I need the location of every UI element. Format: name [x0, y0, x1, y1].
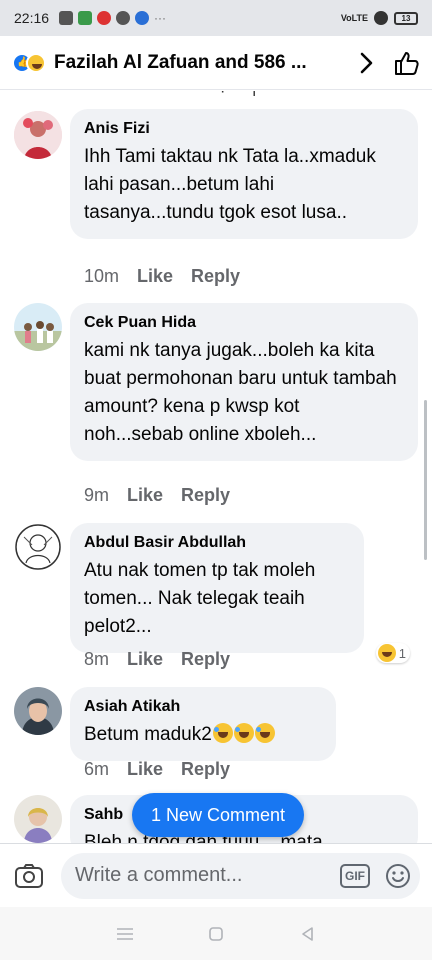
status-time: 22:16: [14, 10, 50, 26]
reply-button[interactable]: Reply: [181, 759, 230, 780]
new-comment-button[interactable]: 1 New Comment: [132, 793, 304, 837]
status-bar: 22:16 ··· VoLTE 13: [0, 0, 432, 36]
system-navigation-bar: [0, 907, 432, 960]
comment-time: 9m: [84, 485, 110, 505]
comment-text: Atu nak tomen tp tak moleh tomen... Nak …: [84, 560, 316, 637]
camera-icon[interactable]: [12, 856, 45, 896]
alarm-icon: [374, 11, 388, 25]
comment-reaction-badge[interactable]: 1: [375, 643, 410, 663]
comment-bubble[interactable]: Asiah Atikah Betum maduk2: [70, 687, 336, 761]
comment-bubble[interactable]: Anis Fizi Ihh Tami taktau nk Tata la..xm…: [70, 109, 418, 239]
reaction-count: 1: [398, 645, 406, 661]
comment-actions: 9m Like Reply: [84, 485, 230, 506]
comment-composer: GIF: [0, 843, 432, 907]
comment-time: 6m: [84, 759, 110, 779]
rolling-laughing-emoji-icon: [212, 723, 233, 743]
signal-icon: [59, 11, 74, 25]
post-reactions-header: Fazilah Al Zafuan and 586 ...: [0, 36, 432, 90]
comment-actions: 6m Like Reply: [84, 759, 230, 780]
comment-text: kami nk tanya jugak...boleh ka kita buat…: [84, 340, 397, 445]
comment-actions: 8m Like Reply: [84, 649, 230, 670]
comment-text-content: Betum maduk2: [84, 724, 212, 745]
comment-text: Ihh Tami taktau nk Tata la..xmaduk lahi …: [84, 146, 376, 223]
comments-list[interactable]: · ı Anis Fizi Ihh Tami taktau nk Tata la…: [0, 91, 432, 843]
app-icon: [116, 11, 131, 25]
comment-time: 8m: [84, 649, 110, 669]
volte-indicator: VoLTE: [340, 13, 368, 23]
avatar[interactable]: [14, 523, 62, 571]
comment-bubble[interactable]: Abdul Basir Abdullah Atu nak tomen tp ta…: [70, 523, 364, 653]
comment-author[interactable]: Anis Fizi: [84, 119, 404, 139]
like-button[interactable]: Like: [127, 485, 163, 506]
reactors-summary[interactable]: Fazilah Al Zafuan and 586 ...: [54, 52, 352, 74]
comment-time: 10m: [84, 266, 120, 286]
emoji-icon[interactable]: [384, 862, 412, 890]
rolling-laughing-emoji-icon: [254, 723, 275, 743]
comment-actions: 10m Like Reply: [84, 266, 240, 287]
reply-button[interactable]: Reply: [181, 649, 230, 670]
gif-button[interactable]: GIF: [340, 863, 370, 888]
home-icon[interactable]: [201, 919, 231, 949]
gmail-icon: [97, 11, 112, 25]
comment-input[interactable]: [75, 864, 340, 887]
more-notifications-icon: ···: [154, 11, 167, 25]
previous-comment-cutoff: · ı: [220, 91, 257, 100]
comment-author[interactable]: Abdul Basir Abdullah: [84, 533, 350, 553]
like-button[interactable]: Like: [127, 649, 163, 670]
haha-reaction-icon: [26, 52, 46, 73]
comment-author[interactable]: Cek Puan Hida: [84, 313, 404, 333]
like-button[interactable]: Like: [127, 759, 163, 780]
scroll-indicator[interactable]: [424, 400, 427, 560]
comment-bubble[interactable]: Cek Puan Hida kami nk tanya jugak...bole…: [70, 303, 418, 461]
reply-button[interactable]: Reply: [181, 485, 230, 506]
comment-input-wrapper: GIF: [61, 852, 420, 899]
battery-icon: 13: [394, 11, 418, 25]
back-icon[interactable]: [292, 919, 322, 949]
messenger-icon: [135, 11, 150, 25]
chevron-right-icon[interactable]: [352, 48, 382, 78]
reply-button[interactable]: Reply: [191, 266, 240, 287]
avatar[interactable]: [14, 303, 62, 351]
avatar[interactable]: [14, 795, 62, 843]
battery-level: 13: [401, 13, 411, 23]
avatar[interactable]: [14, 687, 62, 735]
avatar[interactable]: [14, 111, 62, 159]
haha-reaction-icon: [377, 644, 396, 662]
thumbs-up-icon[interactable]: [390, 47, 422, 79]
reaction-icons[interactable]: [10, 51, 54, 75]
like-button[interactable]: Like: [137, 266, 173, 287]
rolling-laughing-emoji-icon: [233, 723, 254, 743]
menu-icon[interactable]: [110, 919, 140, 949]
status-right: VoLTE 13: [341, 11, 418, 25]
comment-text: Betum maduk2: [84, 721, 322, 749]
whatsapp-icon: [78, 11, 93, 25]
status-notification-icons: ···: [59, 11, 166, 25]
comment-author[interactable]: Asiah Atikah: [84, 697, 322, 717]
